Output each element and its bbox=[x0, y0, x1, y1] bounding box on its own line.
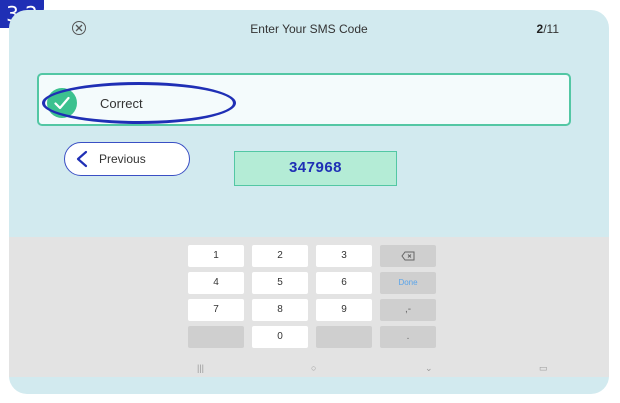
key-3[interactable]: 3 bbox=[316, 245, 372, 267]
key-5[interactable]: 5 bbox=[252, 272, 308, 294]
dot-key[interactable]: . bbox=[380, 326, 436, 348]
backspace-icon bbox=[401, 251, 415, 261]
punctuation-key[interactable]: ,- bbox=[380, 299, 436, 321]
blank-key-right bbox=[316, 326, 372, 348]
numeric-keyboard: 1 2 3 4 5 6 Done 7 8 9 ,- 0 . ||| ○ ⌄ ▭ bbox=[9, 237, 609, 377]
key-7[interactable]: 7 bbox=[188, 299, 244, 321]
previous-label: Previous bbox=[99, 152, 146, 166]
keyboard-hide-icon[interactable]: ▭ bbox=[539, 363, 548, 374]
progress-total: /11 bbox=[543, 22, 559, 36]
key-6[interactable]: 6 bbox=[316, 272, 372, 294]
backspace-key[interactable] bbox=[380, 245, 436, 267]
chevron-left-icon bbox=[76, 150, 88, 168]
page-title: Enter Your SMS Code bbox=[250, 22, 368, 36]
done-key[interactable]: Done bbox=[380, 272, 436, 294]
key-0[interactable]: 0 bbox=[252, 326, 308, 348]
key-2[interactable]: 2 bbox=[252, 245, 308, 267]
sms-code-input[interactable]: 347968 bbox=[234, 151, 397, 186]
key-1[interactable]: 1 bbox=[188, 245, 244, 267]
back-icon[interactable]: ⌄ bbox=[425, 363, 433, 374]
key-8[interactable]: 8 bbox=[252, 299, 308, 321]
home-icon[interactable]: ○ bbox=[311, 363, 316, 373]
annotation-highlight bbox=[42, 82, 236, 124]
top-bar: Enter Your SMS Code 2/11 bbox=[9, 10, 609, 50]
recents-icon[interactable]: ||| bbox=[197, 363, 204, 373]
key-4[interactable]: 4 bbox=[188, 272, 244, 294]
previous-button[interactable]: Previous bbox=[64, 142, 190, 176]
progress-indicator: 2/11 bbox=[537, 22, 559, 36]
key-9[interactable]: 9 bbox=[316, 299, 372, 321]
blank-key-left bbox=[188, 326, 244, 348]
